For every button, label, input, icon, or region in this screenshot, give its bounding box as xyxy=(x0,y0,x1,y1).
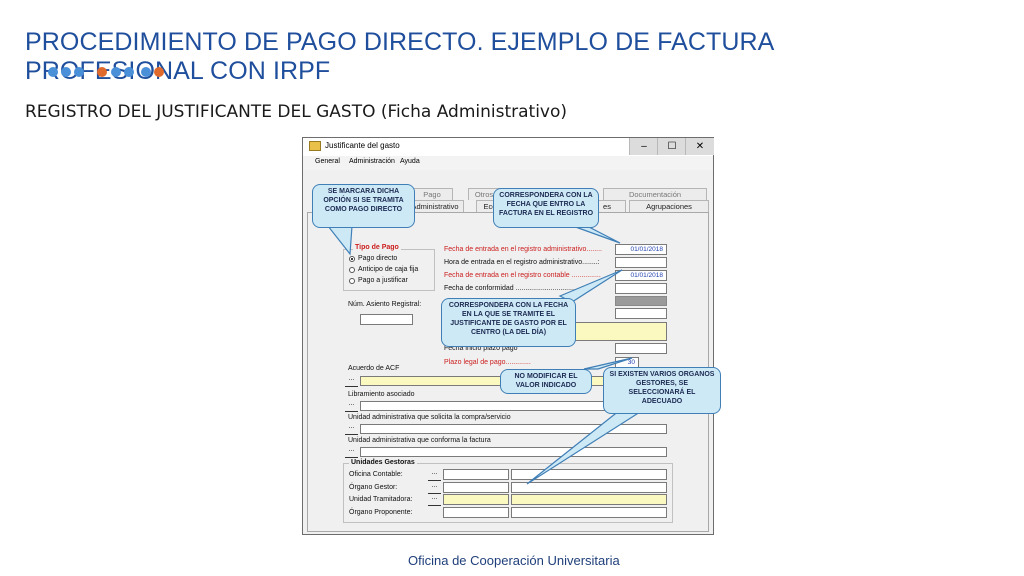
pointer-pago-directo xyxy=(326,225,353,256)
pointer-organos xyxy=(526,409,642,485)
callout-pointers xyxy=(326,224,642,485)
callout-organos-gestores: SI EXISTEN VARIOS ORGANOS GESTORES, SE S… xyxy=(603,367,721,414)
callout-no-modificar: NO MODIFICAR EL VALOR INDICADO xyxy=(500,369,592,394)
callout-fecha-registro: CORRESPONDERA CON LA FECHA QUE ENTRO LA … xyxy=(493,188,599,228)
callout-pago-directo: SE MARCARA DICHA OPCIÓN SI SE TRAMITA CO… xyxy=(312,184,415,228)
callout-fecha-centro: CORRESPONDERA CON LA FECHA EN LA QUE SE … xyxy=(441,298,576,347)
